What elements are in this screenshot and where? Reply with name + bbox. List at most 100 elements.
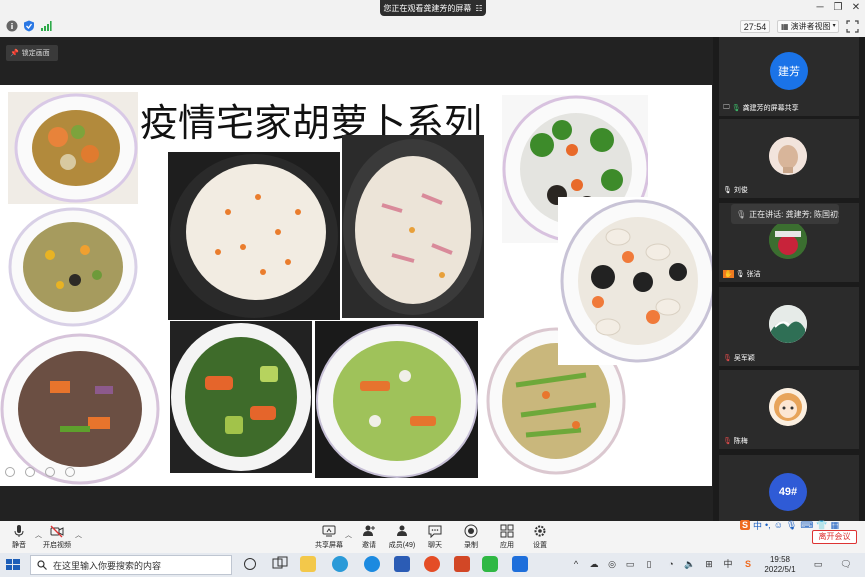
- windows-start-icon[interactable]: [4, 557, 22, 573]
- tencent-meeting-icon[interactable]: [512, 556, 528, 572]
- screen-share-icon: 🖵: [723, 104, 730, 111]
- maximize-icon[interactable]: ❐: [830, 2, 846, 14]
- folder-tray-icon[interactable]: ▭: [624, 558, 636, 570]
- add-user-icon: [363, 525, 375, 536]
- mic-muted-icon: 🎙: [723, 355, 732, 362]
- participant-tile[interactable]: 建芳 🖵 🎙 龚建芳的屏幕共享: [719, 37, 859, 116]
- browser-icon[interactable]: [364, 556, 380, 572]
- avatar: [769, 137, 807, 175]
- speaking-indicator: 🎙 正在讲话: 龚建芳; 陈国初;: [731, 204, 839, 224]
- network-icon[interactable]: ⊞: [703, 558, 715, 570]
- cortana-icon[interactable]: [244, 558, 256, 570]
- punctuation-icon[interactable]: •,: [765, 520, 771, 530]
- gear-icon: [534, 525, 546, 537]
- mute-label: 静音: [12, 542, 26, 549]
- avatar: [769, 305, 807, 343]
- share-screen-button[interactable]: 共享屏幕: [312, 524, 346, 552]
- meeting-tray-icon[interactable]: ◎: [606, 558, 618, 570]
- start-video-label: 开启视频: [43, 542, 71, 549]
- settings-button[interactable]: 设置: [523, 524, 557, 552]
- chevron-up-icon[interactable]: ︿: [345, 530, 352, 540]
- edge-icon[interactable]: [332, 556, 348, 572]
- lock-view-label: 锁定画面: [21, 50, 50, 57]
- show-desktop-icon[interactable]: ▭: [812, 558, 824, 570]
- sogou-tray-icon[interactable]: S: [742, 558, 754, 570]
- keyboard-icon[interactable]: ⌨: [800, 520, 813, 531]
- wifi-icon[interactable]: ◔: [665, 558, 677, 570]
- signal-icon[interactable]: [40, 20, 52, 32]
- participant-name: 🎙 陈梅: [723, 436, 748, 446]
- dish-photo: [170, 321, 312, 473]
- chevron-up-icon[interactable]: ︿: [75, 530, 82, 540]
- apps-button[interactable]: 应用: [490, 524, 524, 552]
- chrome-icon[interactable]: [424, 556, 440, 572]
- dish-photo: [8, 92, 138, 204]
- record-button[interactable]: 录制: [454, 524, 488, 552]
- voice-icon[interactable]: 🎙: [786, 520, 797, 531]
- minimize-icon[interactable]: ─: [812, 2, 828, 14]
- word-icon[interactable]: [394, 556, 410, 572]
- members-icon: [397, 525, 407, 536]
- grid-icon[interactable]: ☷: [475, 4, 482, 13]
- fullscreen-icon[interactable]: [846, 20, 859, 33]
- notification-icon[interactable]: 🗨: [840, 558, 852, 570]
- task-view-icon[interactable]: [272, 556, 288, 572]
- skin-icon[interactable]: 👕: [816, 520, 827, 531]
- chat-button[interactable]: 聊天: [418, 524, 452, 552]
- participant-tile[interactable]: 🎙 陈梅: [719, 370, 859, 449]
- zoom-icon[interactable]: [65, 467, 75, 477]
- hand-icon: ✋: [723, 270, 734, 278]
- participant-tile[interactable]: 🎙 刘俊: [719, 119, 859, 198]
- file-explorer-icon[interactable]: [300, 556, 316, 572]
- chevron-up-icon[interactable]: ^: [570, 558, 582, 570]
- presentation-slide: 疫情宅家胡萝卜系列: [0, 85, 712, 486]
- powerpoint-icon[interactable]: [454, 556, 470, 572]
- ime-language[interactable]: 中: [753, 519, 762, 532]
- members-label: 成员(49): [388, 542, 416, 549]
- mic-icon: 🎙: [736, 209, 747, 219]
- invite-label: 邀请: [362, 542, 376, 549]
- leave-meeting-button[interactable]: 离开会议: [812, 530, 857, 544]
- battery-icon[interactable]: ▯: [643, 558, 655, 570]
- participant-name-text: 刘俊: [733, 187, 748, 194]
- ime-mode-icon[interactable]: 中: [722, 558, 734, 570]
- lock-view-button[interactable]: 📌 锁定画面: [6, 45, 58, 61]
- participant-tile[interactable]: 49#: [719, 455, 859, 521]
- record-icon: [464, 524, 478, 538]
- pen-icon[interactable]: [45, 467, 55, 477]
- emoji-icon[interactable]: ☺: [774, 520, 783, 530]
- prev-slide-icon[interactable]: [5, 467, 15, 477]
- toolbox-icon[interactable]: ▦: [831, 520, 840, 531]
- mic-icon: [14, 525, 24, 537]
- cloud-icon[interactable]: ☁: [588, 558, 600, 570]
- settings-label: 设置: [533, 542, 547, 549]
- next-slide-icon[interactable]: [25, 467, 35, 477]
- participant-tile[interactable]: 🎙 吴军颖: [719, 287, 859, 366]
- wechat-icon[interactable]: [482, 556, 498, 572]
- shield-icon[interactable]: [23, 20, 35, 32]
- speaking-text: 正在讲话: 龚建芳; 陈国初;: [749, 209, 839, 219]
- chat-label: 聊天: [428, 542, 442, 549]
- close-icon[interactable]: ✕: [848, 2, 864, 14]
- apps-label: 应用: [500, 542, 514, 549]
- mute-button[interactable]: 静音: [2, 524, 36, 552]
- participant-name: 🖵 🎙 龚建芳的屏幕共享: [723, 103, 799, 113]
- speaker-icon[interactable]: 🔈: [684, 558, 696, 570]
- invite-button[interactable]: 邀请: [352, 524, 386, 552]
- avatar: [769, 388, 807, 426]
- speaker-view-label: 演讲者视图: [790, 22, 831, 31]
- avatar-initials: 49#: [778, 486, 798, 498]
- avatar: [769, 221, 807, 259]
- avatar: 建芳: [770, 52, 808, 90]
- sogou-icon[interactable]: S: [740, 520, 751, 530]
- avatar: 49#: [769, 473, 807, 511]
- mic-muted-icon: 🎙: [723, 438, 732, 445]
- members-button[interactable]: 成员(49): [384, 524, 420, 552]
- share-screen-label: 共享屏幕: [315, 542, 343, 549]
- speaker-view-button[interactable]: ▦ 演讲者视图 ▾: [777, 20, 839, 33]
- start-video-button[interactable]: 开启视频: [40, 524, 74, 552]
- taskbar-search-input[interactable]: 在这里输入你要搜索的内容: [30, 555, 232, 575]
- share-banner[interactable]: 您正在观看龚建芳的屏幕 ☷: [380, 0, 486, 16]
- info-icon[interactable]: [6, 20, 18, 32]
- taskbar-clock[interactable]: 19:58 2022/5/1: [760, 555, 800, 575]
